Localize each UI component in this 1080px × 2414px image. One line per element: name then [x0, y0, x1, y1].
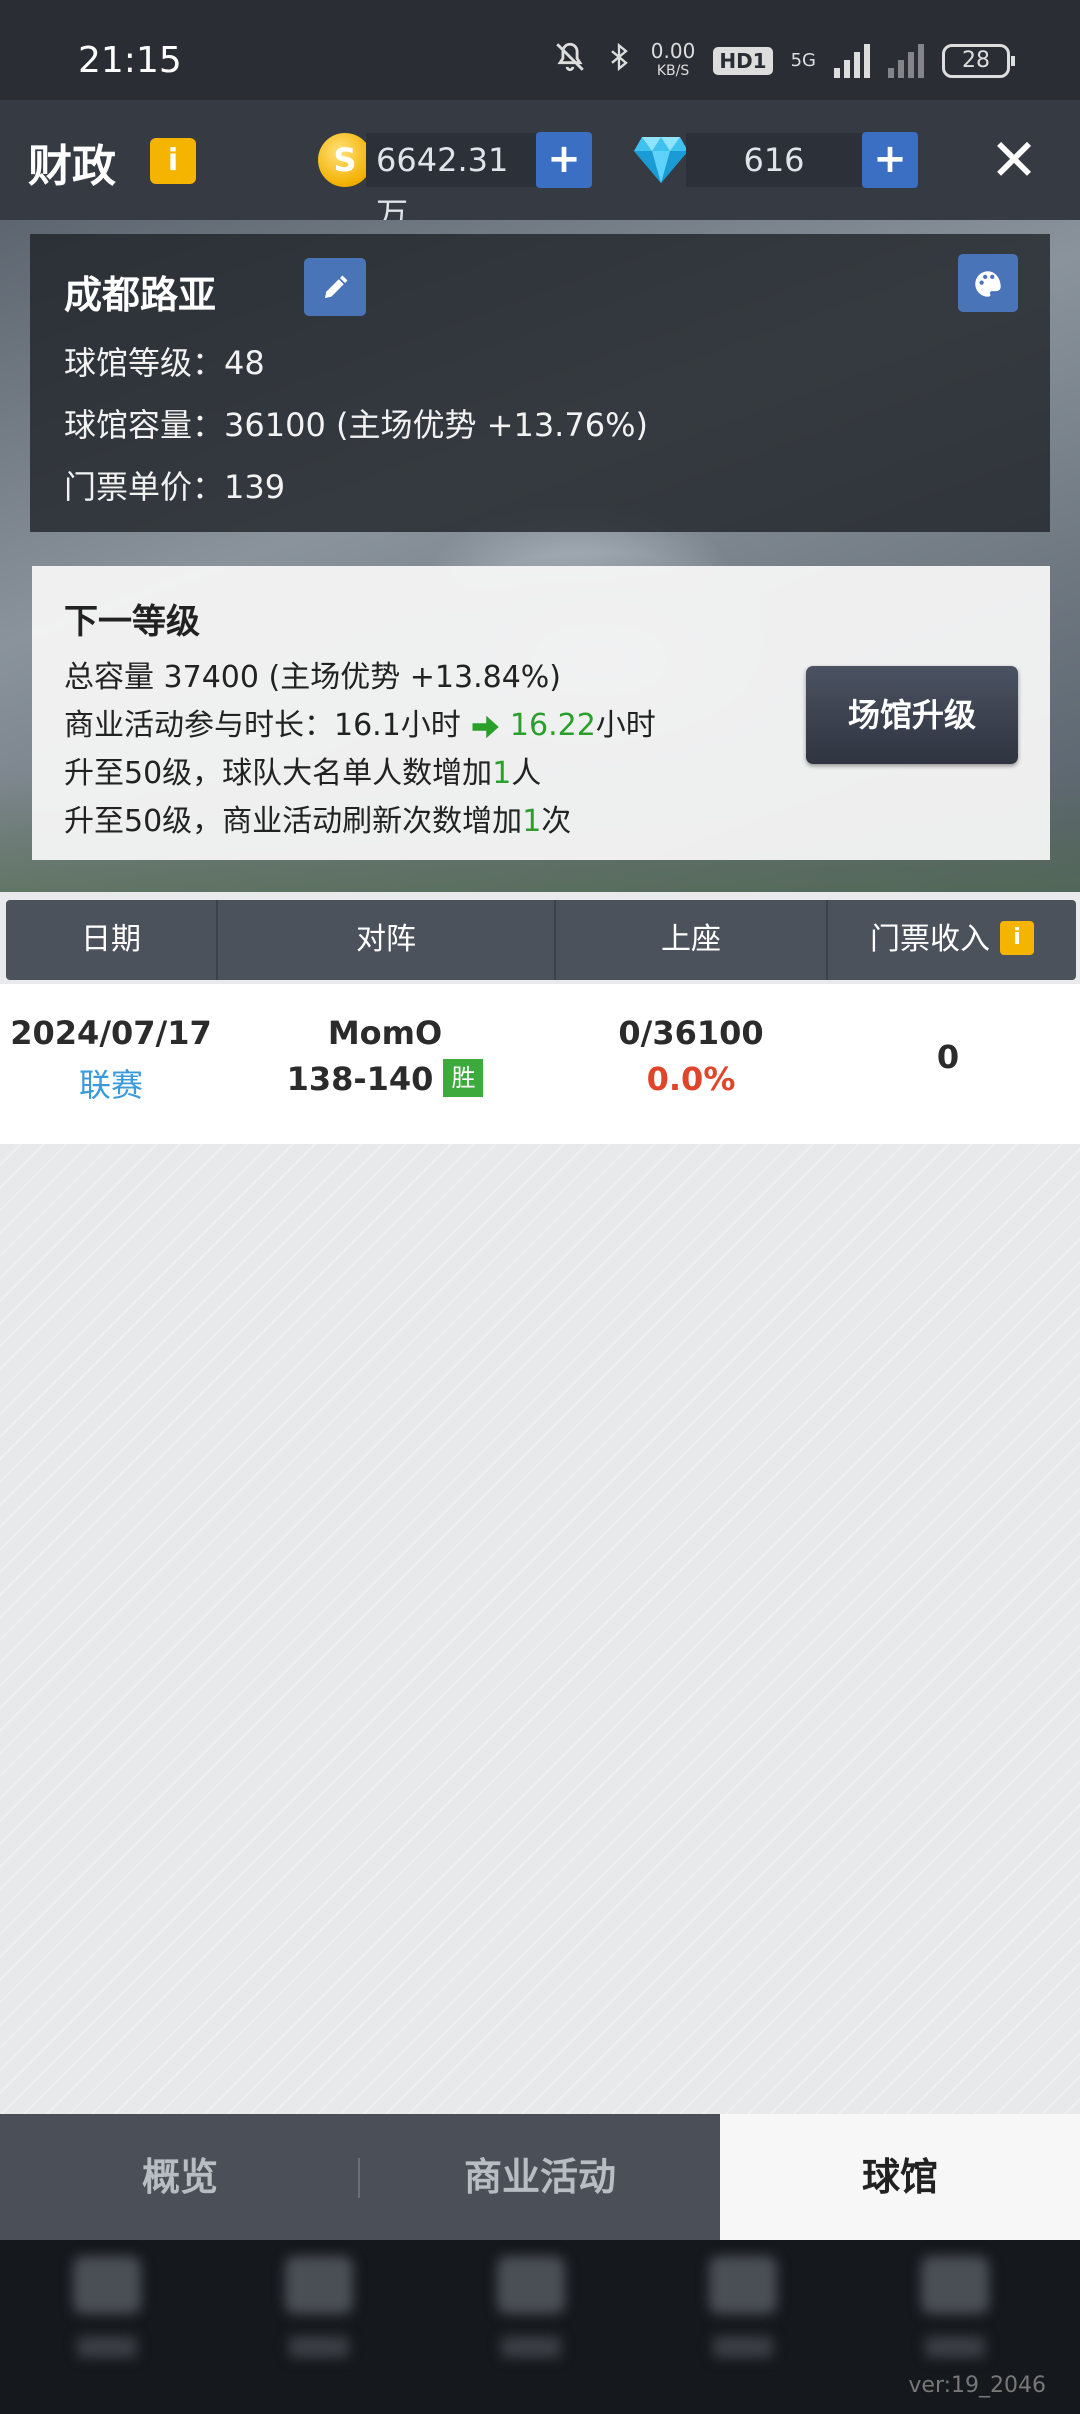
- perk-refresh-unit: 次: [541, 804, 572, 839]
- level-label: 球馆等级：: [64, 344, 225, 382]
- mute-icon: [553, 40, 587, 81]
- tab-stadium[interactable]: 球馆: [720, 2114, 1080, 2240]
- gem-value: 616: [686, 133, 862, 187]
- nav-item-3[interactable]: [486, 2256, 576, 2386]
- header-attendance: 上座: [556, 900, 828, 980]
- finance-header: 财政 i S 6642.31万 + 616 + ✕: [0, 100, 1080, 233]
- match-opponent: MomO: [327, 1014, 443, 1052]
- attendance-percent: 0.0%: [646, 1060, 736, 1098]
- ticket-revenue: 0: [936, 1038, 960, 1076]
- add-coins-button[interactable]: +: [536, 132, 592, 188]
- finance-tabs: 概览 商业活动 球馆: [0, 2114, 1080, 2240]
- match-score-cell: 138-140 胜: [222, 1059, 548, 1100]
- diamond-icon: [634, 137, 688, 183]
- win-badge: 胜: [443, 1059, 484, 1097]
- match-list-empty-area: [0, 1144, 1080, 2114]
- capacity-label: 球馆容量：: [64, 406, 225, 444]
- perk-roster-unit: 人: [511, 756, 542, 791]
- bottom-nav: ver:19_2046: [0, 2240, 1080, 2414]
- bluetooth-icon: [605, 40, 633, 81]
- hd-badge: HD1: [713, 46, 773, 75]
- coin-value: 6642.31万: [366, 133, 536, 233]
- perk-roster-text: 升至50级，球队大名单人数增加: [64, 756, 493, 791]
- nav-item-2[interactable]: [274, 2256, 364, 2386]
- table-row: 2024/07/17 联赛 MomO 138-140 胜 0/36100 0.0%…: [0, 984, 1080, 1144]
- add-gems-button[interactable]: +: [862, 132, 918, 188]
- tab-overview[interactable]: 概览: [0, 2114, 360, 2240]
- stadium-info-panel: 成都路亚 球馆等级：48 球馆容量：36100 (主场优势 +13.76%) 门…: [30, 234, 1050, 532]
- nav-item-1[interactable]: [62, 2256, 152, 2386]
- version-label: ver:19_2046: [908, 2373, 1046, 2398]
- header-date: 日期: [6, 900, 218, 980]
- network-label: 5G: [790, 50, 816, 71]
- next-capacity-row: 总容量 37400 (主场优势 +13.84%): [64, 652, 561, 696]
- biz-duration-row: 商业活动参与时长：16.1小时 16.22小时: [64, 700, 656, 744]
- header-matchup: 对阵: [218, 900, 556, 980]
- price-value: 139: [224, 468, 286, 506]
- status-icons: 0.00 KB/S HD1 5G 28: [553, 38, 1015, 81]
- perk-roster-row: 升至50级，球队大名单人数增加1人: [64, 748, 541, 792]
- upgrade-stadium-button[interactable]: 场馆升级: [806, 666, 1018, 764]
- pencil-icon: [325, 275, 348, 298]
- match-type: 联赛: [78, 1066, 143, 1104]
- status-time: 21:15: [78, 40, 182, 81]
- info-icon[interactable]: i: [150, 138, 196, 184]
- edit-name-button[interactable]: [304, 258, 366, 316]
- biz-duration-label: 商业活动参与时长：: [64, 708, 334, 743]
- stadium-level-row: 球馆等级：48: [64, 338, 265, 384]
- biz-duration-unit: 小时: [595, 708, 656, 743]
- match-table-header: 日期 对阵 上座 门票收入 i: [6, 900, 1076, 980]
- close-button[interactable]: ✕: [984, 130, 1044, 190]
- nav-item-4[interactable]: [698, 2256, 788, 2386]
- match-attendance: 0/36100: [618, 1014, 764, 1052]
- next-level-panel: 下一等级 总容量 37400 (主场优势 +13.84%) 商业活动参与时长：1…: [32, 566, 1050, 860]
- perk-refresh-text: 升至50级，商业活动刷新次数增加: [64, 804, 523, 839]
- stadium-name: 成都路亚: [64, 273, 217, 317]
- tab-business[interactable]: 商业活动: [360, 2114, 720, 2240]
- match-date: 2024/07/17: [10, 1014, 212, 1052]
- next-capacity-value: 37400 (主场优势 +13.84%): [163, 660, 561, 695]
- perk-refresh-number: 1: [522, 804, 542, 839]
- coin-balance: S 6642.31万 +: [318, 128, 592, 233]
- next-capacity-label: 总容量: [64, 660, 154, 695]
- battery-icon: 28: [942, 43, 1015, 78]
- biz-duration-from: 16.1小时: [334, 708, 461, 743]
- stadium-capacity-row: 球馆容量：36100 (主场优势 +13.76%): [64, 400, 648, 446]
- perk-roster-number: 1: [492, 756, 512, 791]
- gem-balance: 616 +: [632, 128, 918, 192]
- signal-icon: [834, 43, 870, 78]
- match-score: 138-140: [286, 1060, 434, 1098]
- perk-refresh-row: 升至50级，商业活动刷新次数增加1次: [64, 796, 571, 840]
- customize-button[interactable]: [958, 254, 1018, 312]
- net-speed: 0.00 KB/S: [650, 38, 696, 79]
- page-title: 财政: [28, 141, 116, 192]
- nav-item-5[interactable]: [910, 2256, 1000, 2386]
- level-value: 48: [224, 344, 265, 382]
- arrow-right-icon: [472, 715, 500, 738]
- next-level-title: 下一等级: [64, 602, 200, 642]
- revenue-info-icon[interactable]: i: [1000, 920, 1034, 955]
- status-bar: 21:15 0.00 KB/S HD1 5G 28: [0, 0, 1080, 100]
- header-ticket-revenue: 门票收入 i: [828, 900, 1076, 980]
- ticket-price-row: 门票单价：139: [64, 462, 285, 508]
- coin-icon: S: [318, 133, 372, 187]
- price-label: 门票单价：: [64, 468, 225, 506]
- biz-duration-to: 16.22: [509, 708, 596, 743]
- capacity-value: 36100 (主场优势 +13.76%): [224, 406, 648, 444]
- signal-2-icon: [888, 43, 924, 78]
- palette-icon: [975, 270, 1001, 297]
